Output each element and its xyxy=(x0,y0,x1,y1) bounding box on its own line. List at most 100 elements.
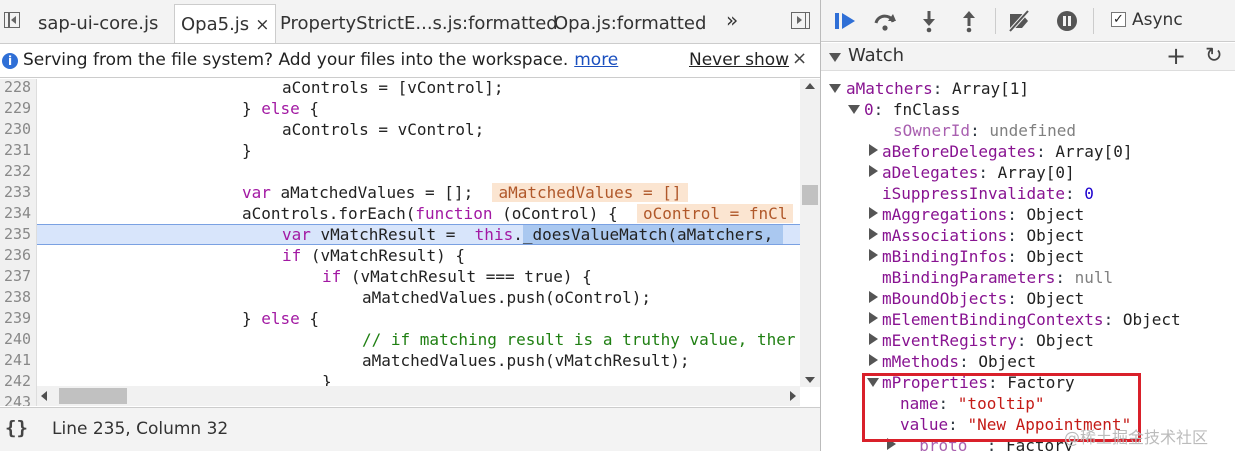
expand-toggle-icon[interactable] xyxy=(869,228,878,240)
tree-property[interactable]: mBoundObjects: Object xyxy=(882,288,1084,309)
code-line: } else { xyxy=(242,309,320,328)
code-line: var aMatchedValues = []; aMatchedValues … xyxy=(37,182,800,203)
scroll-up-icon[interactable] xyxy=(805,83,815,89)
step-out-icon[interactable] xyxy=(957,9,981,33)
step-into-icon[interactable] xyxy=(917,9,941,33)
async-label[interactable]: Async xyxy=(1132,10,1183,30)
code-line: if (vMatchResult === true) { xyxy=(322,267,592,286)
close-infobar-icon[interactable]: × xyxy=(792,48,807,69)
sources-panel: sap-ui-core.js Opa5.js × PropertyStrictE.… xyxy=(0,0,820,451)
tree-property[interactable]: mBindingParameters: null xyxy=(882,267,1113,288)
deactivate-breakpoints-icon[interactable] xyxy=(1007,9,1031,33)
expand-toggle-icon[interactable] xyxy=(869,354,878,366)
line-number[interactable]: 229 xyxy=(4,98,31,119)
expand-toggle-icon[interactable] xyxy=(869,144,878,156)
editor-tab-bar: sap-ui-core.js Opa5.js × PropertyStrictE.… xyxy=(0,0,820,44)
expand-toggle-icon[interactable] xyxy=(829,84,841,93)
tree-property[interactable]: mAssociations: Object xyxy=(882,225,1084,246)
code-line: aControls = [vControl]; xyxy=(282,79,504,97)
code-editor[interactable]: 228 229 230 231 232 233 234 235 236 237 … xyxy=(0,79,820,406)
tree-property[interactable]: mMethods: Object xyxy=(882,351,1036,372)
tab-sap-ui-core[interactable]: sap-ui-core.js xyxy=(38,4,158,43)
expand-toggle-icon[interactable] xyxy=(848,105,860,114)
add-watch-button[interactable]: + xyxy=(1166,42,1186,70)
close-tab-icon[interactable]: × xyxy=(255,15,269,35)
pause-on-exceptions-icon[interactable] xyxy=(1055,9,1079,33)
code-line: aControls = vControl; xyxy=(282,120,485,139)
line-number[interactable]: 231 xyxy=(4,140,31,161)
line-number[interactable]: 243 xyxy=(4,392,31,406)
scroll-thumb[interactable] xyxy=(802,185,818,205)
debugger-sidebar: ✓ Async Watch + ↻ aMatchers: Array[1] 0:… xyxy=(821,0,1235,451)
scroll-right-icon[interactable] xyxy=(790,391,796,401)
tree-property[interactable]: aDelegates: Array[0] xyxy=(882,162,1075,183)
expand-toggle-icon[interactable] xyxy=(869,333,878,345)
inline-value-hint: aMatchedValues = [] xyxy=(492,183,688,202)
pretty-print-button[interactable]: {} xyxy=(5,417,28,439)
expand-toggle-icon[interactable] xyxy=(869,312,878,324)
tree-property[interactable]: mBindingInfos: Object xyxy=(882,246,1084,267)
toolbar-separator xyxy=(1093,8,1094,34)
tab-property-strict-equals[interactable]: PropertyStrictE...s.js:formatted xyxy=(280,4,558,43)
tab-label: Opa.js:formatted xyxy=(554,13,707,34)
expand-toggle-icon[interactable] xyxy=(869,165,878,177)
code-line: aMatchedValues.push(vMatchResult); xyxy=(362,351,690,370)
async-checkbox[interactable]: ✓ xyxy=(1111,12,1126,27)
line-number[interactable]: 242 xyxy=(4,371,31,392)
tree-property[interactable]: sOwnerId: undefined xyxy=(893,120,1076,141)
tab-opa[interactable]: Opa.js:formatted xyxy=(554,4,706,43)
line-number[interactable]: 237 xyxy=(4,266,31,287)
info-icon: i xyxy=(2,53,18,69)
line-number[interactable]: 238 xyxy=(4,287,31,308)
tree-property[interactable]: aBeforeDelegates: Array[0] xyxy=(882,141,1132,162)
line-number[interactable]: 236 xyxy=(4,245,31,266)
line-number[interactable]: 234 xyxy=(4,203,31,224)
expand-toggle-icon[interactable] xyxy=(869,291,878,303)
toggle-navigator-icon[interactable] xyxy=(4,12,20,28)
tab-label: Opa5.js xyxy=(181,14,250,35)
watch-expression[interactable]: aMatchers: Array[1] xyxy=(846,78,1029,99)
tree-property[interactable]: mAggregations: Object xyxy=(882,204,1084,225)
refresh-watch-icon[interactable]: ↻ xyxy=(1205,43,1223,67)
toggle-debugger-icon[interactable] xyxy=(791,12,810,29)
line-number[interactable]: 233 xyxy=(4,182,31,203)
tree-property[interactable]: iSuppressInvalidate: 0 xyxy=(882,183,1094,204)
tree-property[interactable]: 0: fnClass xyxy=(864,99,960,120)
tab-label: PropertyStrictE...s.js:formatted xyxy=(280,13,558,34)
scroll-thumb[interactable] xyxy=(59,388,127,404)
tab-label: sap-ui-core.js xyxy=(38,13,159,34)
workspace-infobar: i Serving from the file system? Add your… xyxy=(0,45,820,78)
line-gutter[interactable]: 228 229 230 231 232 233 234 235 236 237 … xyxy=(0,79,37,406)
collapse-watch-icon[interactable] xyxy=(829,53,841,62)
line-number[interactable]: 232 xyxy=(4,161,31,182)
code-lines[interactable]: aControls = [vControl]; } else { aContro… xyxy=(37,79,800,406)
expand-toggle-icon[interactable] xyxy=(869,249,878,261)
line-number[interactable]: 240 xyxy=(4,329,31,350)
current-execution-line: var vMatchResult = this._doesValueMatch(… xyxy=(37,224,800,245)
cursor-position: Line 235, Column 32 xyxy=(52,419,229,439)
watch-section-header[interactable]: Watch + ↻ xyxy=(821,42,1235,71)
line-number[interactable]: 235 xyxy=(4,224,31,245)
editor-vertical-scrollbar[interactable] xyxy=(800,79,820,387)
code-line: } else { xyxy=(242,99,320,118)
tree-property[interactable]: mElementBindingContexts: Object xyxy=(882,309,1181,330)
code-line: } xyxy=(242,141,252,160)
line-number[interactable]: 241 xyxy=(4,350,31,371)
line-number[interactable]: 239 xyxy=(4,308,31,329)
line-number[interactable]: 230 xyxy=(4,119,31,140)
never-show-link[interactable]: Never show xyxy=(689,50,789,70)
tab-opa5[interactable]: Opa5.js × xyxy=(174,4,277,43)
scroll-down-icon[interactable] xyxy=(805,377,815,383)
editor-horizontal-scrollbar[interactable] xyxy=(37,386,800,406)
tree-property[interactable]: mEventRegistry: Object xyxy=(882,330,1094,351)
resume-icon[interactable] xyxy=(833,9,857,33)
expand-toggle-icon[interactable] xyxy=(869,207,878,219)
code-line: // if matching result is a truthy value,… xyxy=(362,330,796,349)
step-over-icon[interactable] xyxy=(873,9,897,33)
more-tabs-button[interactable]: » xyxy=(726,8,738,32)
scroll-left-icon[interactable] xyxy=(41,391,47,401)
line-number[interactable]: 228 xyxy=(4,79,31,98)
selected-text: _doesValueMatch(aMatchers, xyxy=(522,225,783,244)
more-link[interactable]: more xyxy=(574,50,618,70)
infobar-message: Serving from the file system? Add your f… xyxy=(23,50,619,70)
